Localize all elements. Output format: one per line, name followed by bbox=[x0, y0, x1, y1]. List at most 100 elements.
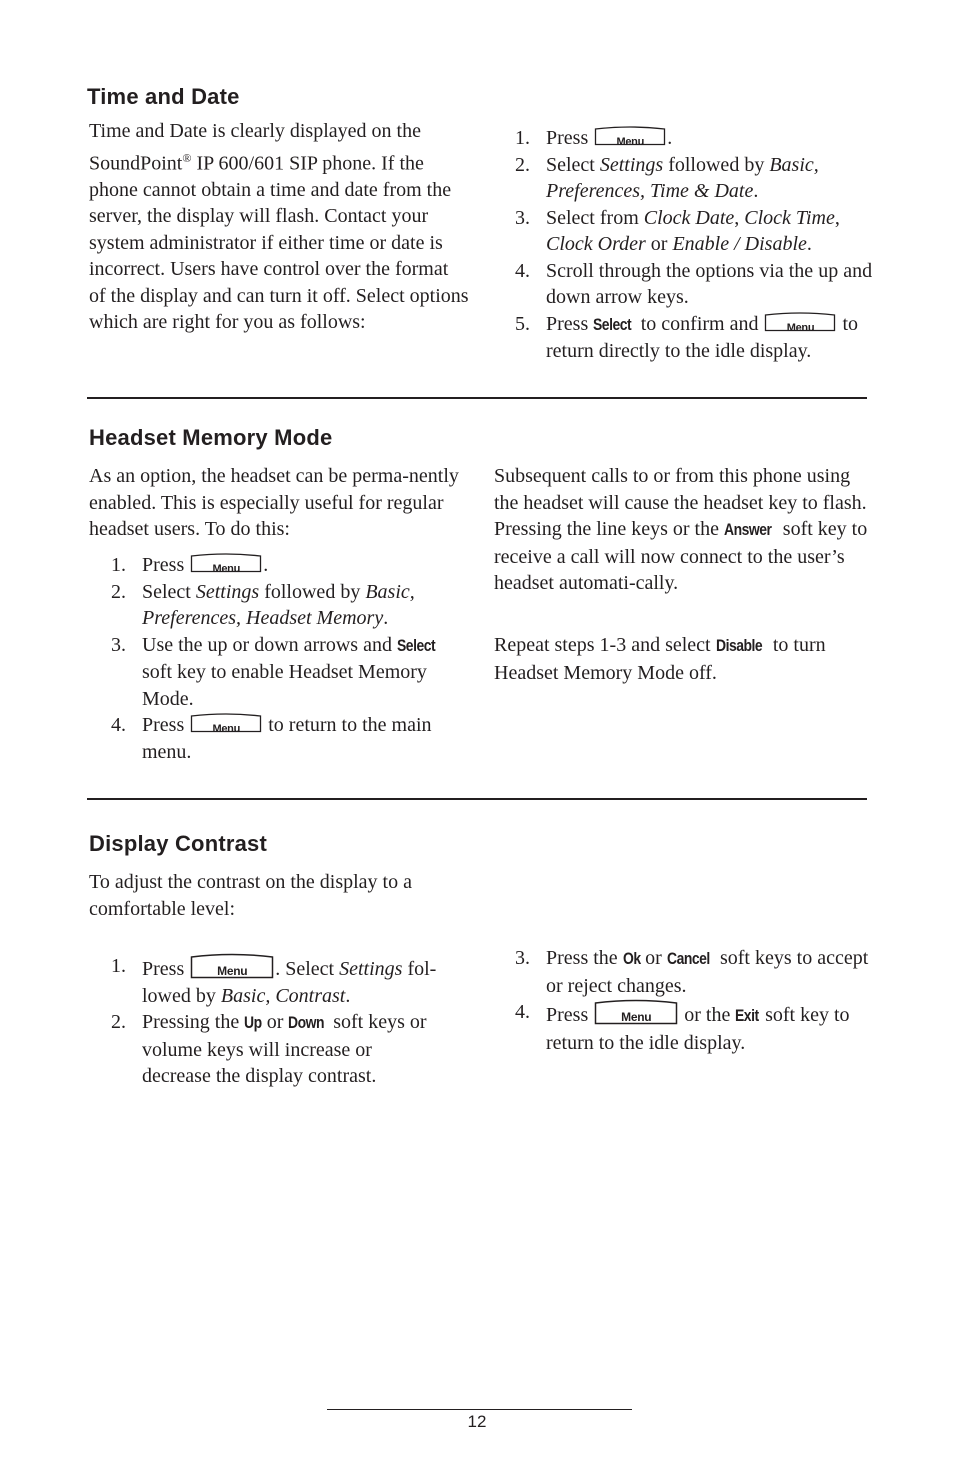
step-item: 5. Press Select to confirm and Menu to re… bbox=[515, 311, 875, 365]
step-text: Press bbox=[142, 958, 190, 980]
step-text: or bbox=[645, 233, 673, 255]
step-number: 3. bbox=[515, 947, 530, 969]
menu-path: Settings bbox=[599, 153, 664, 176]
step-item: 1. Press Menu. Select Settings fol-lowed … bbox=[111, 953, 471, 1009]
step-text: Use the up or down arrows and bbox=[142, 633, 397, 656]
step-item: 2. Select Settings followed by Basic, Pre… bbox=[515, 152, 875, 205]
softkey-label: Down bbox=[288, 1013, 325, 1032]
step-number: 3. bbox=[111, 633, 126, 656]
softkey-label: Ok bbox=[622, 949, 641, 968]
headset-right-paragraph-2: Repeat steps 1-3 and select Disable to t… bbox=[494, 632, 869, 686]
step-number: 3. bbox=[515, 206, 530, 229]
step-item: 4. Scroll through the options via the up … bbox=[515, 258, 875, 311]
softkey-label: Cancel bbox=[666, 949, 710, 968]
headset-intro: As an option, the headset can be perma-n… bbox=[89, 465, 459, 540]
contrast-steps-right: 3. Press the Ok or Cancel soft keys to ac… bbox=[515, 945, 875, 1056]
softkey-label: Up bbox=[244, 1013, 262, 1032]
step-text: followed by bbox=[663, 153, 770, 176]
step-text: . bbox=[667, 127, 673, 149]
menu-path: Settings bbox=[195, 580, 260, 603]
step-number: 4. bbox=[111, 714, 126, 736]
step-item: 2. Pressing the Up or Down soft keys or v… bbox=[111, 1009, 442, 1090]
step-text: followed by bbox=[259, 580, 366, 603]
step-text: Press bbox=[546, 1004, 594, 1026]
menu-key-icon: Menu bbox=[190, 553, 262, 575]
step-text: . bbox=[753, 180, 759, 202]
menu-key-icon: Menu bbox=[190, 713, 262, 735]
step-number: 1. bbox=[515, 127, 530, 149]
contrast-steps-left: 1. Press Menu. Select Settings fol-lowed … bbox=[111, 953, 471, 1090]
step-text: . bbox=[806, 233, 812, 255]
softkey-label: Select bbox=[396, 635, 436, 655]
step-text: Select from bbox=[546, 206, 644, 229]
step-text: soft key to enable Headset Memory Mode. bbox=[142, 661, 427, 710]
step-text: Scroll through the options via the up an… bbox=[546, 259, 873, 309]
step-text: Press bbox=[546, 127, 594, 149]
step-item: 3. Use the up or down arrows and Select s… bbox=[111, 632, 471, 713]
menu-key-label: Menu bbox=[621, 1010, 652, 1024]
menu-key-icon: Menu bbox=[190, 953, 274, 979]
step-number: 2. bbox=[515, 153, 530, 176]
menu-path: Settings bbox=[339, 958, 403, 980]
step-text: or bbox=[640, 947, 667, 969]
step-text: . bbox=[263, 554, 269, 576]
step-item: 3. Select from Clock Date, Clock Time, Cl… bbox=[515, 205, 875, 258]
option-name: Clock Order bbox=[546, 233, 646, 255]
menu-key-label: Menu bbox=[212, 723, 240, 735]
step-text: Press bbox=[546, 312, 594, 335]
step-item: 2. Select Settings followed by Basic, Pre… bbox=[111, 579, 471, 632]
step-number: 4. bbox=[515, 1001, 530, 1023]
step-text: or bbox=[261, 1011, 289, 1033]
paragraph-text: Repeat steps 1-3 and select bbox=[494, 634, 716, 656]
step-item: 1. Press Menu. bbox=[111, 552, 471, 579]
page-number: 12 bbox=[467, 1412, 487, 1431]
step-number: 2. bbox=[111, 580, 126, 603]
step-text: Select bbox=[142, 580, 196, 603]
menu-key-label: Menu bbox=[786, 321, 815, 334]
step-item: 1. Press Menu. bbox=[515, 125, 875, 152]
time-date-intro: Time and Date is clearly displayed on th… bbox=[89, 118, 469, 336]
option-name: Clock Date bbox=[643, 206, 735, 229]
step-text: . bbox=[345, 984, 351, 1007]
time-date-steps: 1. Press Menu. 2. Select Settings followed… bbox=[515, 125, 875, 365]
step-text: Select bbox=[546, 153, 600, 176]
menu-key-icon: Menu bbox=[594, 999, 678, 1025]
footer-rule bbox=[327, 1409, 632, 1410]
step-number: 1. bbox=[111, 955, 126, 977]
softkey-label: Exit bbox=[735, 1006, 759, 1025]
contrast-intro: To adjust the contrast on the display to… bbox=[89, 871, 412, 920]
softkey-label: Select bbox=[593, 314, 632, 334]
section-divider bbox=[87, 397, 867, 399]
menu-key-icon: Menu bbox=[594, 126, 666, 148]
step-item: 3. Press the Ok or Cancel soft keys to ac… bbox=[515, 945, 875, 999]
headset-right-paragraph-1: Subsequent calls to or from this phone u… bbox=[494, 463, 869, 597]
step-text: , bbox=[734, 206, 745, 229]
option-name: Enable / Disable bbox=[672, 233, 807, 255]
headset-steps: 1. Press Menu. 2. Select Settings followed… bbox=[111, 552, 471, 765]
menu-key-label: Menu bbox=[217, 964, 248, 978]
step-number: 1. bbox=[111, 554, 126, 576]
step-text: , bbox=[834, 206, 840, 229]
step-item: 4. Press Menu to return to the main menu. bbox=[111, 712, 471, 765]
step-text: Press bbox=[142, 714, 190, 736]
step-item: 4. Press Menu or the Exit soft key to ret… bbox=[515, 999, 875, 1056]
section-divider bbox=[87, 798, 867, 800]
step-text: or the bbox=[679, 1004, 736, 1026]
step-text: . bbox=[383, 607, 389, 629]
step-text: to confirm and bbox=[635, 312, 764, 335]
step-number: 5. bbox=[515, 312, 530, 335]
section-title-headset-memory-mode: Headset Memory Mode bbox=[89, 425, 333, 450]
step-text: . Select bbox=[275, 958, 340, 980]
step-number: 4. bbox=[515, 259, 530, 282]
option-name: Clock Time bbox=[744, 206, 835, 229]
softkey-label: Answer bbox=[723, 520, 772, 539]
step-text: Press the bbox=[546, 947, 623, 969]
menu-key-icon: Menu bbox=[764, 311, 836, 334]
step-number: 2. bbox=[111, 1011, 126, 1033]
step-text: Press bbox=[142, 554, 190, 576]
menu-path: Basic, Contrast bbox=[220, 984, 346, 1007]
section-title-time-and-date: Time and Date bbox=[87, 84, 240, 109]
section-title-display-contrast: Display Contrast bbox=[89, 831, 268, 856]
intro-text: IP 600/601 SIP phone. If the phone canno… bbox=[89, 152, 469, 334]
step-text: Pressing the bbox=[142, 1011, 245, 1033]
